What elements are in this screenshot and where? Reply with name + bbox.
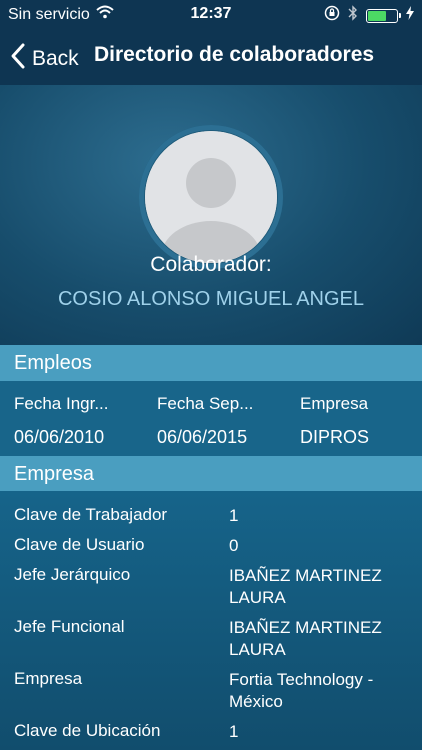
battery-icon [366, 8, 401, 23]
section-header-empresa: Empresa [0, 456, 422, 492]
hire-date-value: 06/06/2010 [14, 427, 105, 447]
column-header-company: Empresa [300, 394, 369, 413]
avatar [145, 131, 277, 263]
charging-icon [406, 6, 414, 25]
detail-key: Clave de Usuario [14, 535, 145, 554]
back-label: Back [32, 46, 79, 70]
detail-value: 1 [229, 722, 239, 741]
section-header-empleos: Empleos [0, 345, 422, 381]
battery-level [368, 10, 386, 21]
person-silhouette-icon [145, 131, 277, 263]
detail-value: 1 [229, 506, 239, 525]
company-details: Clave de Trabajador 1 Clave de Usuario 0… [0, 491, 422, 750]
column-header-hire-date: Fecha Ingr... [14, 394, 109, 413]
detail-value: IBAÑEZ MARTINEZ LAURA [229, 566, 382, 607]
profile-header: Colaborador: COSIO ALONSO MIGUEL ANGEL [0, 85, 422, 345]
detail-value: 0 [229, 536, 239, 555]
page-title: Directorio de colaboradores [94, 43, 375, 66]
status-right [324, 5, 414, 26]
separation-date-value: 06/06/2015 [157, 427, 248, 447]
profile-name: COSIO ALONSO MIGUEL ANGEL [57, 288, 364, 310]
employment-table: Fecha Ingr... Fecha Sep... Empresa 06/06… [0, 381, 422, 456]
chevron-left-icon [10, 42, 26, 75]
detail-value: Fortia Technology - México [229, 670, 374, 711]
detail-value: IBAÑEZ MARTINEZ LAURA [229, 618, 382, 659]
bluetooth-icon [348, 5, 358, 26]
detail-key: Jefe Funcional [14, 617, 125, 636]
detail-key: Clave de Trabajador [14, 505, 168, 524]
rotation-lock-icon [324, 5, 340, 26]
company-value: DIPROS [300, 427, 370, 447]
back-button[interactable]: Back [10, 42, 79, 75]
detail-key: Empresa [14, 669, 83, 688]
avatar-frame [139, 125, 283, 269]
detail-key: Clave de Ubicación [14, 721, 161, 740]
navigation-bar: Back Directorio de colaboradores [0, 30, 422, 85]
profile-label: Colaborador: [150, 253, 272, 276]
column-header-separation-date: Fecha Sep... [157, 394, 254, 413]
detail-key: Jefe Jerárquico [14, 565, 131, 584]
status-bar: Sin servicio 12:37 [0, 0, 422, 30]
